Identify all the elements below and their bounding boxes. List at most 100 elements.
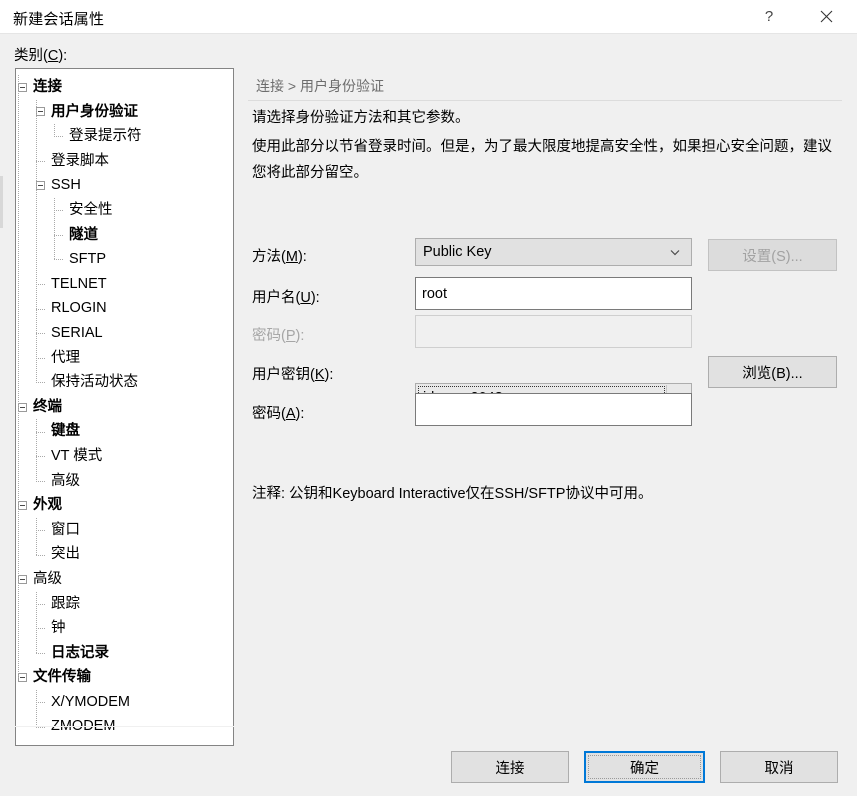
tree-item-label: 安全性 — [69, 202, 113, 219]
userkey-label: 用户密钥(K): — [252, 367, 334, 383]
tree-guide-line — [54, 234, 63, 236]
tree-collapse-icon[interactable] — [18, 82, 27, 92]
tree-item[interactable]: 登录提示符 — [16, 124, 233, 149]
tree-collapse-icon[interactable] — [18, 574, 27, 584]
help-button[interactable]: ? — [746, 0, 792, 32]
setup-button[interactable]: 设置(S)... — [708, 239, 837, 271]
tree-item[interactable]: SFTP — [16, 247, 233, 272]
tree-guide-line — [36, 456, 45, 458]
tree-item-label: SSH — [51, 177, 81, 194]
tree-item-label: 高级 — [33, 570, 62, 587]
tree-item[interactable]: 文件传输 — [16, 665, 233, 690]
passphrase-label: 密码(A): — [252, 406, 305, 422]
tree-item-label: 窗口 — [51, 521, 80, 538]
footer-separator — [0, 726, 857, 727]
category-tree[interactable]: 连接用户身份验证登录提示符登录脚本 SSH 安全性隧道 SFTP TELNET RLOGI… — [15, 68, 234, 746]
passphrase-input[interactable] — [415, 393, 692, 426]
tree-guide-line — [36, 628, 45, 630]
tree-item[interactable]: 高级 — [16, 567, 233, 592]
tree-item-label: 登录提示符 — [69, 128, 142, 145]
tree-item[interactable]: 安全性 — [16, 198, 233, 223]
close-icon — [820, 10, 832, 22]
tree-collapse-icon[interactable] — [18, 673, 27, 683]
tree-item[interactable]: 高级 — [16, 469, 233, 494]
tree-guide-line — [54, 136, 63, 138]
tree-collapse-icon[interactable] — [18, 402, 27, 412]
tree-item-label: 突出 — [51, 546, 80, 563]
tree-guide-line — [36, 603, 45, 605]
browse-button-label: 浏览(B)... — [742, 365, 803, 382]
tree-item[interactable]: SERIAL — [16, 321, 233, 346]
tree-guide-line — [36, 517, 37, 555]
tree-item[interactable]: 用户身份验证 — [16, 100, 233, 125]
tree-item-label: 外观 — [33, 497, 62, 514]
tree-guide-line — [36, 308, 45, 310]
note-text: 注释: 公钥和Keyboard Interactive仅在SSH/SFTP协议中… — [252, 486, 653, 502]
tree-guide-line — [36, 161, 45, 163]
tree-item-label: RLOGIN — [51, 300, 107, 317]
tree-guide-line — [36, 690, 37, 727]
tree-item[interactable]: SSH — [16, 173, 233, 198]
window-edge-artifact — [0, 176, 3, 228]
tree-collapse-icon[interactable] — [36, 181, 45, 191]
tree-guide-line — [36, 99, 37, 383]
tree-collapse-icon[interactable] — [36, 107, 45, 117]
tree-item[interactable]: 代理 — [16, 346, 233, 371]
description-line-1: 请选择身份验证方法和其它参数。 — [252, 110, 470, 126]
tree-guide-line — [54, 259, 63, 261]
tree-item-label: 终端 — [33, 398, 62, 415]
tree-item[interactable]: 日志记录 — [16, 641, 233, 666]
tree-item[interactable]: 连接 — [16, 75, 233, 100]
username-value: root — [422, 285, 447, 302]
connect-button-label: 连接 — [495, 760, 525, 777]
method-label: 方法(M): — [252, 249, 307, 265]
tree-item[interactable]: RLOGIN — [16, 296, 233, 321]
breadcrumb-bar: 连接 > 用户身份验证 — [248, 68, 842, 101]
tree-item[interactable]: 跟踪 — [16, 591, 233, 616]
tree-item-label: 高级 — [51, 472, 80, 489]
tree-guide-line — [36, 333, 45, 335]
tree-item[interactable]: 终端 — [16, 395, 233, 420]
tree-item[interactable]: 登录脚本 — [16, 149, 233, 174]
chevron-down-icon — [670, 250, 680, 256]
browse-button[interactable]: 浏览(B)... — [708, 356, 837, 388]
cancel-button-label: 取消 — [764, 760, 794, 777]
title-bar: 新建会话属性 ? — [0, 0, 857, 34]
tree-guide-line — [36, 554, 45, 556]
category-label: 类别(C): — [14, 48, 68, 64]
tree-guide-line — [54, 124, 55, 137]
tree-guide-line — [36, 529, 45, 531]
tree-item[interactable]: X/YMODEM — [16, 690, 233, 715]
tree-guide-line — [36, 382, 45, 384]
tree-guide-line — [36, 284, 45, 286]
username-input[interactable]: root — [415, 277, 692, 310]
tree-guide-line — [36, 431, 45, 433]
tree-item[interactable]: 外观 — [16, 493, 233, 518]
connect-button[interactable]: 连接 — [451, 751, 569, 783]
tree-item-label: 连接 — [33, 79, 62, 96]
tree-guide-line — [36, 419, 37, 481]
tree-collapse-icon[interactable] — [18, 500, 27, 510]
setup-button-label: 设置(S)... — [742, 248, 803, 265]
tree-item-label: 键盘 — [51, 423, 80, 440]
tree-item-label: 日志记录 — [51, 644, 109, 661]
method-combo[interactable]: Public Key — [415, 238, 692, 266]
cancel-button[interactable]: 取消 — [720, 751, 838, 783]
tree-item[interactable]: 键盘 — [16, 419, 233, 444]
tree-item[interactable]: 突出 — [16, 542, 233, 567]
tree-item-label: 文件传输 — [33, 669, 91, 686]
close-button[interactable] — [803, 0, 849, 32]
tree-item[interactable]: 隧道 — [16, 223, 233, 248]
tree-item[interactable]: 钟 — [16, 616, 233, 641]
tree-item[interactable]: TELNET — [16, 272, 233, 297]
tree-item[interactable]: 保持活动状态 — [16, 370, 233, 395]
tree-item-label: 用户身份验证 — [51, 103, 138, 120]
ok-button[interactable]: 确定 — [584, 751, 705, 783]
tree-item[interactable]: 窗口 — [16, 518, 233, 543]
tree-item[interactable]: VT 模式 — [16, 444, 233, 469]
tree-guide-line — [54, 210, 63, 212]
tree-guide-line — [36, 591, 37, 654]
tree-guide-line — [36, 480, 45, 482]
tree-guide-line — [36, 702, 45, 704]
tree-item-label: 跟踪 — [51, 595, 80, 612]
